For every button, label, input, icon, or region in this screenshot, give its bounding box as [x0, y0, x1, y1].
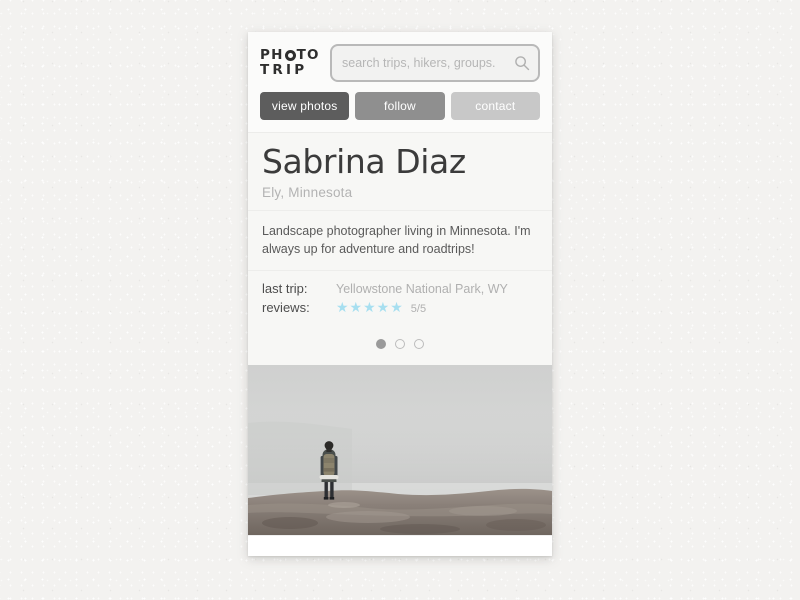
- profile-bio-text: Landscape photographer living in Minneso…: [262, 223, 531, 256]
- star-rating-icon: ★★★★★: [336, 298, 404, 315]
- app-logo[interactable]: PH TO TRIP: [260, 46, 322, 78]
- rating-value: 5/5: [410, 302, 427, 315]
- view-photos-button[interactable]: view photos: [260, 92, 350, 120]
- carousel-dot-1[interactable]: [376, 338, 386, 349]
- card-footer-strip: [248, 534, 552, 556]
- reviews-label: reviews:: [262, 299, 310, 315]
- carousel-dot-3[interactable]: [414, 338, 424, 349]
- logo-line-photo: PH TO: [260, 46, 322, 63]
- profile-meta-block: last trip: Yellowstone National Park, WY…: [248, 271, 552, 327]
- last-trip-value: Yellowstone National Park, WY: [336, 281, 508, 296]
- last-trip-label: last trip:: [262, 280, 308, 296]
- profile-bio-block: Landscape photographer living in Minneso…: [248, 211, 552, 271]
- search-input[interactable]: [332, 56, 538, 70]
- last-trip-row: last trip: Yellowstone National Park, WY: [262, 281, 538, 296]
- featured-photo[interactable]: [248, 364, 552, 535]
- reviews-row: reviews: ★★★★★ 5/5: [262, 300, 538, 315]
- follow-button[interactable]: follow: [355, 92, 445, 120]
- logo-text-to: TO: [296, 46, 320, 63]
- phone-profile-card: PH TO TRIP view photos follow contact Sa…: [248, 32, 552, 556]
- carousel-dots: [248, 326, 552, 365]
- app-header: PH TO TRIP: [248, 32, 552, 92]
- logo-text-ph: PH: [260, 46, 284, 63]
- logo-line-trip: TRIP: [260, 62, 308, 78]
- page-title: Sabrina Diaz: [262, 142, 466, 181]
- profile-name-block: Sabrina Diaz Ely, Minnesota: [248, 133, 552, 211]
- profile-section: Sabrina Diaz Ely, Minnesota Landscape ph…: [248, 132, 552, 365]
- action-button-row: view photos follow contact: [248, 92, 552, 132]
- contact-button[interactable]: contact: [450, 92, 540, 120]
- carousel-dot-2[interactable]: [395, 338, 405, 349]
- camera-lens-icon: [284, 49, 296, 61]
- profile-location: Ely, Minnesota: [262, 184, 353, 200]
- search-bar[interactable]: [330, 44, 540, 82]
